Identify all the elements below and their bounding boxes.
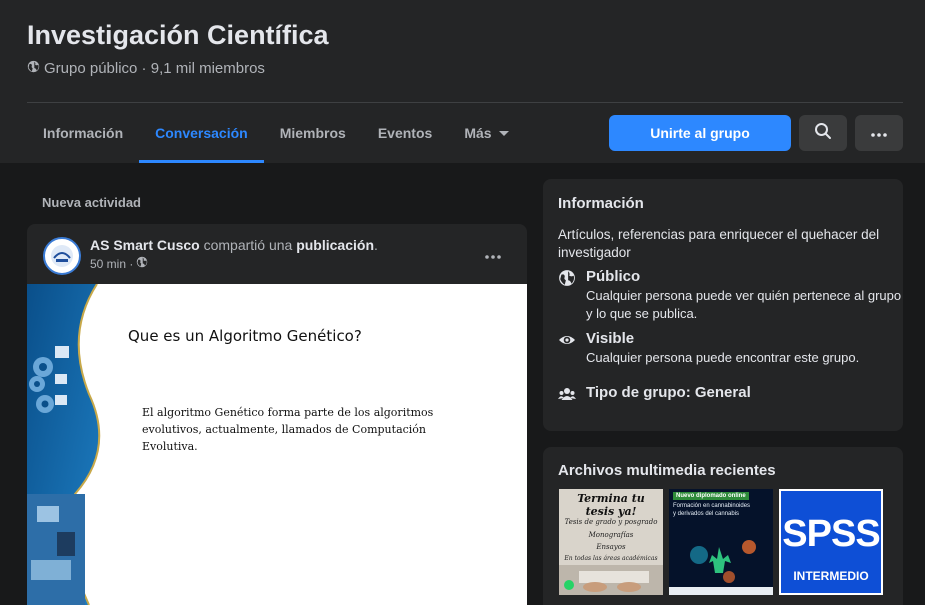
slide-decoration	[27, 284, 101, 605]
post-image[interactable]: Que es un Algoritmo Genético? El algorit…	[27, 284, 527, 605]
post-card: AS Smart Cusco compartió una publicación…	[27, 224, 527, 605]
group-title: Investigación Científica	[27, 20, 329, 50]
globe-icon	[136, 256, 148, 271]
thumb-line: INTERMEDIO	[793, 569, 869, 583]
eye-icon	[558, 331, 576, 349]
privacy-public-row: Público Cualquier persona puede ver quié…	[558, 267, 903, 323]
tab-mas[interactable]: Más	[448, 103, 525, 163]
group-subtitle: Grupo público · 9,1 mil miembros	[27, 60, 265, 77]
thumb-line: Monografías	[588, 531, 634, 539]
group-type-title: Tipo de grupo: General	[586, 384, 751, 401]
tab-miembros[interactable]: Miembros	[264, 103, 362, 163]
group-privacy-members: Grupo público · 9,1 mil miembros	[44, 60, 265, 77]
thumb-line: En todas las áreas académicas	[564, 555, 658, 562]
globe-icon	[27, 60, 40, 77]
more-options-button[interactable]	[855, 115, 903, 151]
thumb-line: Tesis de grado y posgrado	[564, 518, 658, 526]
privacy-public-desc: Cualquier persona puede ver quién perten…	[586, 288, 902, 321]
group-tabs: Información Conversación Miembros Evento…	[27, 103, 526, 163]
post-author-name[interactable]: AS Smart Cusco	[90, 237, 200, 253]
more-icon	[485, 246, 501, 264]
visibility-title: Visible	[586, 330, 635, 347]
thumb-line: Formación en cannabinoides	[673, 503, 751, 509]
about-title: Información	[558, 195, 644, 212]
thumb-headline: SPSS	[782, 513, 880, 555]
laptop-hands-illustration	[559, 565, 663, 595]
thumb-line: Ensayos	[596, 543, 626, 551]
post-options-button[interactable]	[479, 241, 507, 269]
globe-icon	[558, 269, 576, 287]
author-avatar[interactable]	[43, 237, 81, 275]
more-icon	[871, 124, 887, 142]
post-shared-link[interactable]: publicación	[296, 237, 374, 253]
visibility-row: Visible Cualquier persona puede encontra…	[558, 329, 859, 367]
search-button[interactable]	[799, 115, 847, 151]
tab-informacion[interactable]: Información	[27, 103, 139, 163]
about-card: Información Artículos, referencias para …	[543, 179, 903, 431]
media-thumb-diplomado[interactable]: Nuevo diplomado online Formación en cann…	[669, 489, 773, 595]
post-author-line: AS Smart Cusco compartió una publicación…	[90, 237, 378, 253]
slide-body: El algoritmo Genético forma parte de los…	[142, 406, 434, 453]
group-type-row: Tipo de grupo: General	[558, 383, 751, 403]
thumb-line: y derivados del cannabis	[673, 511, 740, 517]
media-thumb-thesis[interactable]: Termina tu tesis ya! Tesis de grado y po…	[559, 489, 663, 595]
caret-down-icon	[498, 103, 510, 163]
visibility-desc: Cualquier persona puede encontrar este g…	[586, 350, 860, 365]
join-group-button[interactable]: Unirte al grupo	[609, 115, 791, 151]
tab-eventos[interactable]: Eventos	[362, 103, 448, 163]
slide-title: Que es un Algoritmo Genético?	[128, 327, 362, 345]
cannabis-network-illustration	[669, 540, 773, 595]
recent-media-card: Archivos multimedia recientes Termina tu…	[543, 447, 903, 605]
new-activity-label: Nueva actividad	[42, 195, 141, 210]
people-icon	[558, 385, 576, 403]
media-thumb-spss[interactable]: SPSS INTERMEDIO	[779, 489, 883, 595]
about-description: Artículos, referencias para enriquecer e…	[558, 227, 880, 260]
thumb-headline: Termina tu tesis ya!	[577, 492, 645, 518]
privacy-public-title: Público	[586, 268, 641, 285]
group-header: Investigación Científica Grupo público ·…	[0, 0, 925, 163]
tab-conversacion[interactable]: Conversación	[139, 103, 264, 163]
recent-media-title: Archivos multimedia recientes	[558, 462, 776, 479]
thumb-headline: Nuevo diplomado online	[673, 492, 749, 500]
search-icon	[814, 122, 832, 145]
post-time[interactable]: 50 min ·	[90, 257, 133, 271]
post-meta: 50 min ·	[90, 256, 148, 271]
